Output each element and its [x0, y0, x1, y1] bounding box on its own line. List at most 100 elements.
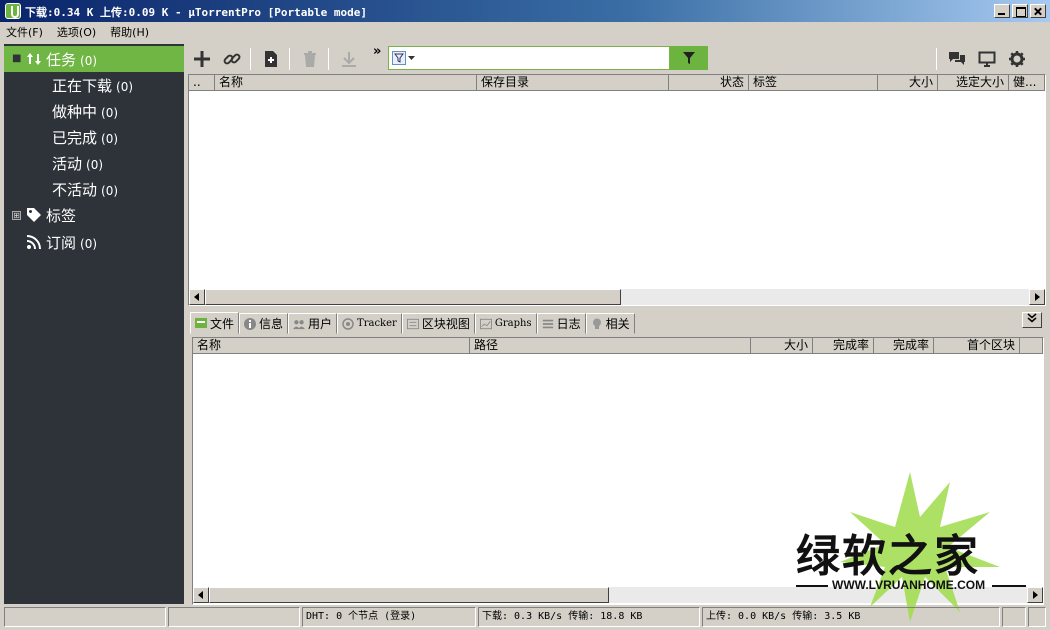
- sidebar-item-label: 做种中: [52, 102, 98, 121]
- scroll-right-arrow-icon[interactable]: [1027, 587, 1043, 603]
- column-header-percent[interactable]: 完成率: [874, 338, 934, 354]
- sidebar-item-seeding[interactable]: 做种中 (0): [4, 98, 184, 124]
- status-bar: DHT: 0 个节点 (登录) 下载: 0.3 KB/s 传输: 18.8 KB…: [0, 606, 1050, 628]
- pieces-icon: [406, 318, 419, 329]
- sidebar-item-active[interactable]: 活动 (0): [4, 150, 184, 176]
- column-header-selected-size[interactable]: 选定大小: [938, 75, 1009, 91]
- sidebar-item-label: 活动: [52, 154, 83, 173]
- column-header-done[interactable]: 完成率: [813, 338, 874, 354]
- column-header-save-dir[interactable]: 保存目录: [477, 75, 669, 91]
- tab-label: Tracker: [357, 318, 397, 329]
- watermark: 绿软之家 WWW.LVRUANHOME.COM: [796, 472, 1026, 622]
- download-arrow-icon: [342, 52, 356, 67]
- close-button[interactable]: [1030, 4, 1046, 18]
- menu-file[interactable]: 文件(F): [6, 24, 43, 40]
- sidebar-item-downloading[interactable]: 正在下载 (0): [4, 72, 184, 98]
- sidebar-item-count: (0): [80, 53, 98, 68]
- sidebar-item-torrents[interactable]: ■ 任务 (0): [4, 46, 184, 72]
- column-header-name[interactable]: 名称: [215, 75, 477, 91]
- maximize-button[interactable]: [1012, 4, 1028, 18]
- chevron-down-icon: [408, 56, 415, 60]
- column-header-name[interactable]: 名称: [193, 338, 470, 354]
- sidebar-item-count: (0): [101, 131, 119, 146]
- tracker-icon: [342, 317, 354, 330]
- tab-label: 信息: [259, 317, 284, 331]
- tab-peers[interactable]: 用户: [288, 313, 338, 334]
- menu-options[interactable]: 选项(O): [57, 24, 96, 40]
- filter-dropdown[interactable]: [392, 51, 418, 65]
- minimize-button[interactable]: [994, 4, 1010, 18]
- horizontal-scrollbar[interactable]: [189, 289, 1045, 305]
- settings-button[interactable]: [1004, 47, 1030, 71]
- tab-files[interactable]: 文件: [190, 312, 240, 334]
- add-torrent-button[interactable]: [189, 47, 215, 71]
- tab-info[interactable]: 信息: [239, 313, 289, 334]
- scroll-thumb[interactable]: [209, 587, 609, 603]
- column-header-size[interactable]: 大小: [878, 75, 938, 91]
- sidebar-item-count: (0): [116, 79, 134, 94]
- gear-icon: [1009, 51, 1025, 67]
- tab-logger[interactable]: 日志: [536, 313, 586, 334]
- column-header-status[interactable]: 状态: [669, 75, 749, 91]
- tab-label: Graphs: [494, 318, 532, 329]
- sidebar-item-inactive[interactable]: 不活动 (0): [4, 176, 184, 202]
- sidebar-item-label: 任务: [46, 50, 77, 69]
- tab-label: 相关: [605, 317, 630, 331]
- scroll-thumb[interactable]: [205, 289, 621, 305]
- scroll-right-arrow-icon[interactable]: [1029, 289, 1045, 305]
- chat-button[interactable]: [944, 47, 970, 71]
- status-cell-main: [4, 607, 166, 627]
- sidebar-item-count: (0): [101, 105, 119, 120]
- tab-label: 日志: [556, 317, 581, 331]
- trash-icon: [304, 51, 316, 67]
- column-header-extra[interactable]: [1020, 338, 1043, 354]
- sidebar-item-labels[interactable]: ⊞ 标签: [4, 202, 184, 228]
- sidebar-item-feeds[interactable]: 订阅 (0): [4, 229, 184, 255]
- status-cell-network: [168, 607, 300, 627]
- resize-grip[interactable]: [1028, 607, 1046, 627]
- sidebar-item-count: (0): [80, 236, 98, 251]
- create-torrent-button[interactable]: [258, 47, 284, 71]
- tab-label: 用户: [308, 317, 333, 331]
- scroll-left-arrow-icon[interactable]: [193, 587, 209, 603]
- chat-bubbles-icon: [949, 52, 965, 65]
- remove-button[interactable]: [297, 47, 323, 71]
- category-sidebar: ■ 任务 (0) 正在下载 (0) 做种中 (0) 已完成 (0) 活动 (0) 不活动(…: [4, 44, 184, 604]
- new-file-icon: [265, 51, 277, 67]
- status-dht[interactable]: DHT: 0 个节点 (登录): [302, 607, 476, 627]
- search-input[interactable]: [388, 46, 670, 70]
- status-download[interactable]: 下载: 0.3 KB/s 传输: 18.8 KB: [478, 607, 700, 627]
- remote-button[interactable]: [974, 47, 1000, 71]
- download-button[interactable]: [336, 47, 362, 71]
- log-list-icon: [542, 319, 553, 328]
- window-controls: [994, 4, 1046, 18]
- scroll-left-arrow-icon[interactable]: [189, 289, 205, 305]
- watermark-url: WWW.LVRUANHOME.COM: [832, 578, 986, 592]
- tab-label: 文件: [210, 316, 235, 331]
- tab-related[interactable]: 相关: [585, 313, 635, 334]
- sidebar-item-label: 不活动: [52, 180, 98, 199]
- collapse-icon[interactable]: ■: [12, 54, 21, 64]
- toolbar-overflow[interactable]: »: [373, 44, 381, 59]
- status-upload[interactable]: 上传: 0.0 KB/s 传输: 3.5 KB: [702, 607, 1000, 627]
- column-header-first-piece[interactable]: 首个区块: [934, 338, 1020, 354]
- torrent-list[interactable]: .. 名称 保存目录 状态 标签 大小 选定大小 健...: [188, 74, 1046, 306]
- graph-icon: [479, 318, 492, 329]
- column-header-index[interactable]: ..: [189, 75, 215, 91]
- sidebar-item-label: 标签: [46, 206, 77, 225]
- add-url-button[interactable]: [219, 47, 245, 71]
- tab-graphs[interactable]: Graphs: [474, 313, 537, 334]
- expand-icon[interactable]: ⊞: [12, 211, 21, 220]
- column-header-label[interactable]: 标签: [749, 75, 878, 91]
- sidebar-item-label: 已完成: [52, 128, 98, 147]
- collapse-panel-button[interactable]: [1022, 312, 1042, 328]
- sidebar-item-completed[interactable]: 已完成 (0): [4, 124, 184, 150]
- tab-pieces[interactable]: 区块视图: [401, 313, 475, 334]
- search-button[interactable]: [670, 46, 708, 70]
- column-header-health[interactable]: 健...: [1009, 75, 1045, 91]
- column-header-path[interactable]: 路径: [470, 338, 751, 354]
- tab-trackers[interactable]: Tracker: [337, 313, 402, 334]
- column-header-size[interactable]: 大小: [751, 338, 813, 354]
- menu-help[interactable]: 帮助(H): [110, 24, 149, 40]
- lightbulb-icon: [592, 318, 601, 329]
